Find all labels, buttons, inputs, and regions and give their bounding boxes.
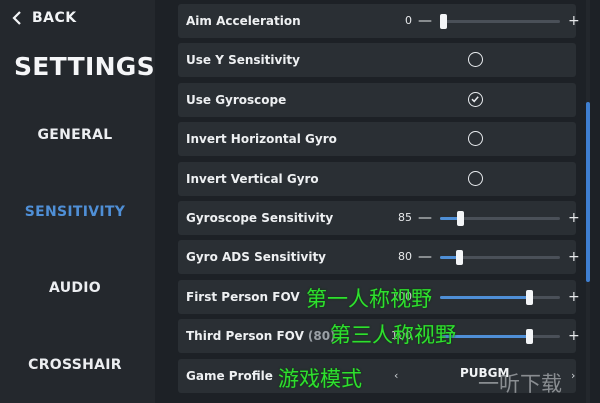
nav-item-crosshair[interactable]: CROSSHAIR <box>0 357 150 373</box>
nav-item-audio[interactable]: AUDIO <box>0 280 150 296</box>
toggle-radio[interactable] <box>468 131 483 146</box>
setting-label: Use Gyroscope <box>186 93 287 107</box>
setting-label: Aim Acceleration <box>186 14 301 28</box>
setting-label: Gyro ADS Sensitivity <box>186 250 327 264</box>
slider-fill <box>440 296 529 299</box>
decrease-button[interactable]: — <box>418 201 432 235</box>
setting-row-use-y-sensitivity[interactable]: Use Y Sensitivity <box>178 43 576 77</box>
setting-row-use-gyroscope[interactable]: Use Gyroscope <box>178 83 576 117</box>
increase-button[interactable]: + <box>568 4 580 38</box>
check-icon <box>471 96 479 103</box>
setting-value: 85 <box>398 211 412 224</box>
setting-value: 0 <box>405 14 412 27</box>
setting-label-text: Third Person FOV <box>186 329 304 343</box>
chevron-left-icon <box>12 11 22 25</box>
toggle-radio[interactable] <box>468 92 483 107</box>
sidebar: BACK SETTINGS GENERAL SENSITIVITY AUDIO … <box>0 0 155 403</box>
chevron-right-icon[interactable]: › <box>571 359 575 393</box>
setting-label: Invert Horizontal Gyro <box>186 132 337 146</box>
nav-item-sensitivity[interactable]: SENSITIVITY <box>0 204 150 220</box>
slider-track[interactable] <box>440 14 560 29</box>
increase-button[interactable]: + <box>568 201 580 235</box>
setting-row-aim-acceleration: Aim Acceleration 0 — + <box>178 4 580 38</box>
setting-label: Use Y Sensitivity <box>186 53 300 67</box>
caption-game-mode: 游戏模式 <box>278 367 362 391</box>
watermark: 一听下载 <box>478 372 562 396</box>
increase-button[interactable]: + <box>568 280 580 314</box>
back-label: BACK <box>32 10 77 26</box>
back-button[interactable]: BACK <box>12 10 77 26</box>
setting-row-invert-horizontal-gyro[interactable]: Invert Horizontal Gyro <box>178 122 576 156</box>
toggle-radio[interactable] <box>468 171 483 186</box>
decrease-button[interactable]: — <box>418 240 432 274</box>
increase-button[interactable]: + <box>568 319 580 353</box>
setting-row-gyro-ads-sensitivity: Gyro ADS Sensitivity 80 — + <box>178 240 580 274</box>
slider-thumb[interactable] <box>525 329 533 344</box>
chevron-left-icon[interactable]: ‹ <box>394 359 398 393</box>
slider-thumb[interactable] <box>457 211 465 226</box>
decrease-button[interactable]: — <box>418 4 432 38</box>
slider-thumb[interactable] <box>456 250 464 265</box>
setting-label: First Person FOV <box>186 290 300 304</box>
toggle-radio[interactable] <box>468 52 483 67</box>
slider-thumb[interactable] <box>440 14 447 29</box>
setting-row-invert-vertical-gyro[interactable]: Invert Vertical Gyro <box>178 162 576 196</box>
nav-item-general[interactable]: GENERAL <box>0 127 150 143</box>
slider-thumb[interactable] <box>525 290 533 305</box>
caption-third-person-fov: 第三人称视野 <box>330 323 456 347</box>
slider-track[interactable] <box>440 329 560 344</box>
slider-track[interactable] <box>440 250 560 265</box>
setting-row-gyroscope-sensitivity: Gyroscope Sensitivity 85 — + <box>178 201 580 235</box>
increase-button[interactable]: + <box>568 240 580 274</box>
setting-label: Gyroscope Sensitivity <box>186 211 334 225</box>
setting-label: Game Profile <box>186 369 273 383</box>
slider-track[interactable] <box>440 211 560 226</box>
setting-value: 80 <box>398 250 412 263</box>
setting-label: Invert Vertical Gyro <box>186 172 319 186</box>
scrollbar-thumb[interactable] <box>586 102 590 282</box>
slider-track[interactable] <box>440 290 560 305</box>
caption-first-person-fov: 第一人称视野 <box>306 287 432 311</box>
setting-label: Third Person FOV (80) <box>186 319 336 353</box>
page-title: SETTINGS <box>14 52 155 81</box>
